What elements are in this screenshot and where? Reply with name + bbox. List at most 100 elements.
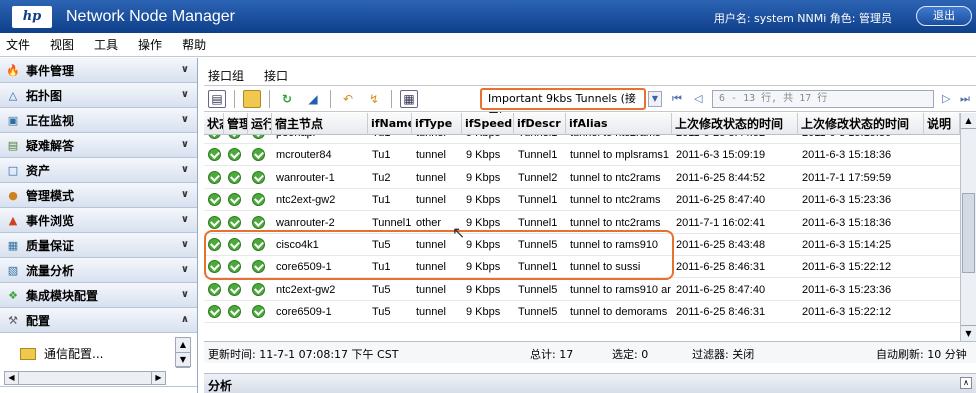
chevron-down-icon: ∨ [180, 164, 189, 175]
nav-label: 事件浏览 [26, 213, 75, 228]
nav-topology-maps[interactable]: △ 拓扑图 ∨ [0, 83, 197, 108]
admin-ok-icon [228, 282, 241, 296]
flame-icon: 🔥 [6, 63, 20, 77]
next-page-icon[interactable]: ▷ [942, 92, 950, 105]
save-icon[interactable] [243, 89, 261, 108]
cell-ifdescr: Tunnel5 [518, 283, 558, 296]
first-page-icon[interactable]: ⏮ [672, 92, 682, 106]
menu-view[interactable]: 视图 [50, 36, 74, 53]
cell-ifdescr: Tunnel1 [518, 261, 558, 274]
status-ok-icon [208, 215, 221, 229]
undo-icon[interactable]: ↶ [339, 90, 357, 108]
analysis-pane[interactable]: 分析 ∧ [204, 373, 976, 393]
table-row[interactable]: ntc2ext-gw2 Tu1 tunnel 9 Kbps Tunnel1 tunnel … [204, 189, 960, 212]
subpanel-horizontal-scrollbar[interactable]: ◀ ▶ [4, 371, 166, 385]
chevron-down-icon: ∨ [180, 264, 189, 275]
cell-last-state-change: 2011-6-3 15:18:36 [802, 149, 892, 162]
menu-actions[interactable]: 操作 [138, 36, 162, 53]
cell-ifspeed: 9 Kbps [466, 261, 501, 274]
chevron-down-icon[interactable]: ▼ [648, 91, 662, 107]
nav-inventory[interactable]: □ 资产 ∨ [0, 158, 197, 183]
filter-select[interactable]: Important 9kbs Tunnels (接口) [480, 88, 646, 123]
expand-icon[interactable]: ∧ [960, 377, 972, 389]
export-icon[interactable]: ▦ [400, 89, 418, 108]
menu-tools[interactable]: 工具 [94, 36, 118, 53]
col-ifname[interactable]: ifName [368, 113, 412, 135]
cell-iftype: tunnel [416, 194, 446, 207]
integration-icon: ❖ [8, 288, 18, 302]
table-row[interactable]: core6509-1 Tu1 tunnel 9 Kbps Tunnel1 tunnel t… [204, 256, 960, 279]
scroll-up-icon[interactable]: ▲ [961, 113, 976, 129]
quality-icon: ▦ [7, 238, 19, 252]
table-row[interactable]: wanrouter-1 Tu2 tunnel 9 Kbps Tunnel2 tunnel … [204, 167, 960, 189]
filter-icon[interactable]: ↯ [365, 90, 383, 108]
logout-button[interactable]: 退出 [916, 6, 972, 26]
table-row[interactable]: wanrouter-2 Tunnel1 other 9 Kbps Tunnel1 tunn… [204, 212, 960, 234]
mouse-cursor-icon: ↖ [452, 223, 466, 242]
admin-ok-icon [228, 305, 241, 319]
col-ifdescr[interactable]: ifDescr [514, 113, 566, 135]
nav-quality-assurance[interactable]: ▦ 质量保证 ∨ [0, 233, 197, 258]
management-mode-icon: ● [8, 188, 18, 202]
nav-management-mode[interactable]: ● 管理模式 ∨ [0, 183, 197, 208]
nav-incident-browsing[interactable]: ▲ 事件浏览 ∨ [0, 208, 197, 233]
cell-ifname: Tu5 [372, 306, 391, 319]
col-ifalias[interactable]: ifAlias [566, 113, 672, 135]
cell-ifname: Tu1 [372, 261, 391, 274]
table-vertical-scrollbar[interactable]: ▲ ▼ [960, 113, 976, 341]
nav-troubleshooting[interactable]: ▤ 疑难解答 ∨ [0, 133, 197, 158]
tab-interface-groups[interactable]: 接口组 [208, 67, 244, 84]
nav-label: 资产 [26, 163, 51, 178]
status-ok-icon [208, 193, 221, 207]
col-status[interactable]: 状态 [204, 113, 224, 135]
restore-icon[interactable]: ◢ [304, 90, 322, 108]
tab-interfaces[interactable]: 接口 [264, 67, 288, 84]
status-ok-icon [208, 305, 221, 319]
nav-label: 拓扑图 [26, 88, 63, 103]
nav-incident-management[interactable]: 🔥 事件管理 ∨ [0, 58, 197, 83]
scroll-up-icon[interactable]: ▲ [176, 338, 190, 353]
col-oper[interactable]: 运行 [248, 113, 272, 135]
cell-ifname: Tu5 [372, 283, 391, 296]
previous-page-icon[interactable]: ◁ [694, 92, 702, 105]
table-row[interactable]: cisco4k1 Tu5 tunnel 9 Kbps Tunnel5 tunnel to … [204, 234, 960, 256]
menu-file[interactable]: 文件 [6, 36, 30, 53]
col-iftype[interactable]: ifType [412, 113, 462, 135]
col-ifspeed[interactable]: ifSpeed [462, 113, 514, 135]
table-row[interactable]: ntc2ext-gw2 Tu5 tunnel 9 Kbps Tunnel5 tunnel … [204, 279, 960, 301]
col-notes[interactable]: 说明 [924, 113, 960, 135]
admin-ok-icon [228, 170, 241, 184]
oper-ok-icon [252, 260, 265, 274]
subpanel-vertical-scrollbar[interactable]: ▲ ▼ [175, 337, 191, 368]
status-bar: 更新时间: 11-7-1 07:08:17 下午 CST 总计: 17 选定: … [204, 341, 976, 363]
analysis-label: 分析 [208, 379, 233, 393]
scroll-down-icon[interactable]: ▼ [961, 325, 976, 341]
cell-ifdescr: Tunnel1 [518, 149, 558, 162]
table-row[interactable]: core6509-1 Tu5 tunnel 9 Kbps Tunnel5 tunnel t… [204, 301, 960, 324]
col-admin[interactable]: 管理 [224, 113, 248, 135]
cell-ifdescr: Tunnel1 [518, 194, 558, 207]
nav-monitoring[interactable]: ▣ 正在监视 ∨ [0, 108, 197, 133]
refresh-icon[interactable]: ↻ [278, 90, 296, 108]
scroll-down-icon[interactable]: ▼ [176, 353, 190, 368]
scroll-thumb[interactable] [962, 193, 975, 273]
nav-configuration[interactable]: ⚒ 配置 ∧ [0, 308, 197, 333]
scroll-left-icon[interactable]: ◀ [5, 372, 19, 384]
col-hosted-on[interactable]: 宿主节点 [272, 113, 368, 135]
cell-hosted-on: mcrouter84 [276, 149, 332, 162]
oper-ok-icon [252, 305, 265, 319]
nav-traffic-analysis[interactable]: ▧ 流量分析 ∨ [0, 258, 197, 283]
col-last-status-change[interactable]: 上次修改状态的时间 [672, 113, 798, 135]
col-last-state-change[interactable]: 上次修改状态的时间 [798, 113, 924, 135]
open-icon[interactable]: ▤ [208, 89, 226, 108]
oper-ok-icon [252, 215, 265, 229]
last-page-icon[interactable]: ⏭ [960, 92, 970, 106]
menu-help[interactable]: 帮助 [182, 36, 206, 53]
scroll-right-icon[interactable]: ▶ [151, 372, 165, 384]
cell-ifdescr: Tunnel5 [518, 239, 558, 251]
nav-integration-config[interactable]: ❖ 集成模块配置 ∨ [0, 283, 197, 308]
cell-last-status-change: 2011-6-25 8:46:31 [676, 306, 766, 319]
table-row[interactable]: mcrouter84 Tu1 tunnel 9 Kbps Tunnel1 tunnel t… [204, 144, 960, 167]
communication-config-item[interactable]: 通信配置... [20, 345, 103, 362]
cell-hosted-on: ntc2ext-gw2 [276, 194, 336, 207]
